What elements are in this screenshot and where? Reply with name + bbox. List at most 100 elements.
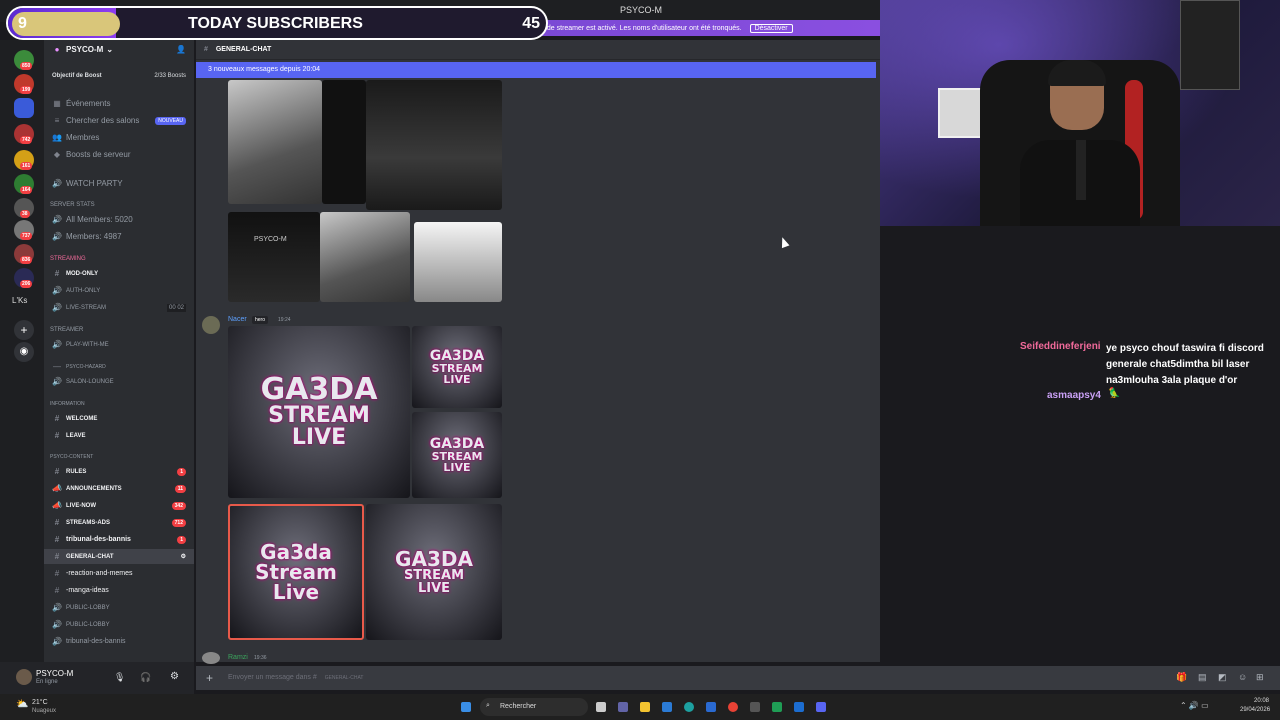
hash-icon: # [54, 586, 60, 595]
invite-icon[interactable]: 👤 [176, 45, 186, 54]
channel-tribunal-voice[interactable]: 🔊 tribunal-des-bannis [44, 634, 194, 649]
edge-icon[interactable] [684, 702, 694, 712]
explore-icon[interactable]: ◉ [14, 342, 34, 362]
boost-goal-label: Objectif de Boost [52, 72, 102, 79]
mail-icon[interactable] [706, 702, 716, 712]
channel-live-now[interactable]: 📣 LIVE-NOW 342 [44, 498, 194, 513]
streamer-person [1020, 60, 1140, 226]
start-icon[interactable] [461, 702, 471, 712]
category-streamer[interactable]: STREAMER [50, 327, 83, 333]
settings-icon[interactable]: ⚙ [181, 553, 186, 560]
server-name-header[interactable]: ● PSYCO-M ⌄ 👤 [44, 42, 194, 57]
channel-welcome[interactable]: # WELCOME [44, 411, 194, 426]
channel-psyco-hazard[interactable]: — PSYCO-HAZARD [44, 359, 194, 374]
sticker-icon[interactable]: ◩ [1218, 672, 1227, 683]
channel-label: -manga-ideas [66, 587, 109, 594]
chrome-icon[interactable] [728, 702, 738, 712]
teams-icon[interactable] [618, 702, 628, 712]
server-folder-lks[interactable]: L'Ks [12, 296, 27, 305]
browse-icon: ≡ [54, 116, 60, 125]
channel-watch-party[interactable]: 🔊 WATCH PARTY [44, 176, 194, 191]
channel-auth-only[interactable]: 🔊 AUTH-ONLY [44, 283, 194, 298]
attachment-image[interactable]: GA3DA STREAM LIVE [228, 326, 410, 498]
channel-label: PUBLIC-LOBBY [66, 604, 110, 611]
disable-streamer-button[interactable]: Désactiver [749, 24, 793, 33]
message-author[interactable]: Nacer [228, 316, 247, 323]
server-icon[interactable] [14, 98, 34, 118]
store-icon[interactable] [662, 702, 672, 712]
headphones-icon[interactable]: 🎧 [140, 672, 151, 683]
attachment-image[interactable]: GA3DA STREAM LIVE [412, 326, 502, 408]
hash-icon: # [54, 552, 60, 561]
attachment-image[interactable] [320, 212, 410, 302]
avatar[interactable] [202, 652, 220, 664]
mention-badge: 206 [20, 280, 33, 288]
explorer-icon[interactable] [640, 702, 650, 712]
channel-rules[interactable]: # RULES 1 [44, 464, 194, 479]
menu-events[interactable]: ▦ Événements [44, 96, 194, 111]
discord-icon[interactable] [816, 702, 826, 712]
channel-tribunal[interactable]: # tribunal-des-bannis 1 [44, 532, 194, 547]
weather-icon[interactable]: ⛅ [16, 699, 28, 710]
clock-time[interactable]: 20:08 [1254, 698, 1269, 704]
obs-icon[interactable] [772, 702, 782, 712]
channel-announcements[interactable]: 📣 ANNOUNCEMENTS 11 [44, 481, 194, 496]
channel-all-members[interactable]: 🔊 All Members: 5020 [44, 212, 194, 227]
channel-play-with-me[interactable]: 🔊 PLAY-WITH-ME [44, 337, 194, 352]
boost-icon: ◆ [53, 150, 61, 159]
attachment-image[interactable]: GA3DA STREAM LIVE [366, 504, 502, 640]
attachment-image[interactable] [366, 80, 502, 210]
system-tray[interactable]: ⌃ 🔊 ▭ [1180, 701, 1209, 710]
attachment-image[interactable] [322, 80, 366, 204]
menu-label: Événements [66, 99, 111, 108]
attachment-image[interactable]: Ga3da Stream Live [228, 504, 364, 640]
message-author[interactable]: Ramzi [228, 654, 248, 661]
mention-badge: 742 [20, 136, 33, 144]
microphone-icon[interactable]: 🎙 [114, 672, 125, 683]
channel-general-chat[interactable]: # GENERAL-CHAT ⚙ [44, 549, 194, 564]
channel-label: PLAY-WITH-ME [66, 341, 109, 348]
gift-icon[interactable]: 🎁 [1176, 672, 1187, 683]
settings-icon[interactable]: ⚙ [170, 671, 179, 682]
category-information[interactable]: INFORMATION [50, 401, 85, 407]
avatar[interactable] [16, 669, 32, 685]
menu-members[interactable]: 👥 Membres [44, 130, 194, 145]
mention-badge: 199 [20, 86, 33, 94]
taskbar-search[interactable]: ⌕ Rechercher [480, 698, 588, 716]
image-text: Stream [255, 560, 337, 584]
add-server-icon[interactable]: + [14, 320, 34, 340]
emoji-icon[interactable]: ☺ [1238, 672, 1247, 682]
weather-temp: 21°C [32, 699, 48, 706]
divider-icon: — [53, 362, 61, 371]
apps-icon[interactable]: ⊞ [1256, 672, 1264, 683]
channel-mod-only[interactable]: # MOD-ONLY [44, 266, 194, 281]
app-icon[interactable] [794, 702, 804, 712]
attachment-image[interactable] [228, 80, 322, 204]
boost-goal[interactable]: Objectif de Boost 2/33 Boosts [44, 68, 194, 83]
channel-public-lobby-1[interactable]: 🔊 PUBLIC-LOBBY [44, 600, 194, 615]
attachment-image[interactable]: GA3DA STREAM LIVE [412, 412, 502, 498]
category-streaming[interactable]: STREAMING [50, 256, 86, 262]
menu-server-boosts[interactable]: ◆ Boosts de serveur [44, 147, 194, 162]
category-server-stats[interactable]: SERVER STATS [50, 202, 95, 208]
new-messages-bar[interactable]: 3 nouveaux messages depuis 20:04 [196, 62, 876, 78]
channel-salon-lounge[interactable]: 🔊 SALON-LOUNGE [44, 374, 194, 389]
channel-public-lobby-2[interactable]: 🔊 PUBLIC-LOBBY [44, 617, 194, 632]
channel-live-stream[interactable]: 🔊 LIVE-STREAM 00 02 [44, 300, 194, 315]
attachment-image[interactable] [414, 222, 502, 302]
gif-icon[interactable]: ▤ [1198, 672, 1207, 683]
add-attachment-icon[interactable]: + [206, 671, 213, 685]
attachment-image[interactable]: PSYCO-M [228, 212, 320, 302]
channel-manga-ideas[interactable]: # -manga-ideas [44, 583, 194, 598]
channel-members[interactable]: 🔊 Members: 4987 [44, 229, 194, 244]
clock-date[interactable]: 29/04/2026 [1240, 707, 1270, 713]
app-icon[interactable] [750, 702, 760, 712]
avatar[interactable] [202, 316, 220, 334]
taskview-icon[interactable] [596, 702, 606, 712]
channel-streams-ads[interactable]: # STREAMS-ADS 712 [44, 515, 194, 530]
menu-browse-channels[interactable]: ≡ Chercher des salons NOUVEAU [44, 113, 194, 128]
channel-leave[interactable]: # LEAVE [44, 428, 194, 443]
category-psyco-content[interactable]: PSYCO-CONTENT [50, 454, 93, 460]
message-composer[interactable]: + Envoyer un message dans # GENERAL-CHAT… [196, 666, 1280, 690]
channel-reaction-memes[interactable]: # -reaction-and-memes [44, 566, 194, 581]
